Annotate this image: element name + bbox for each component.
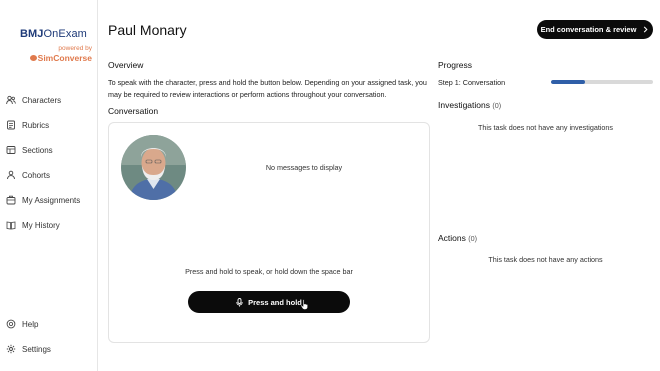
history-icon (6, 220, 16, 230)
overview-heading: Overview (108, 60, 144, 70)
sidebar-item-label: My Assignments (22, 195, 81, 205)
assignments-icon (6, 195, 16, 205)
sections-icon (6, 145, 16, 155)
sidebar-item-my-assignments[interactable]: My Assignments (0, 190, 98, 210)
end-conversation-label: End conversation & review (540, 25, 637, 34)
partner-logo: SimConverse (18, 53, 92, 63)
press-and-hold-button[interactable]: Press and hold (188, 291, 350, 313)
cohorts-icon (6, 170, 16, 180)
hand-cursor-icon (300, 299, 308, 310)
page-title: Paul Monary (108, 22, 187, 38)
microphone-icon (236, 297, 243, 307)
hold-to-speak-hint: Press and hold to speak, or hold down th… (185, 267, 353, 276)
sidebar-item-settings[interactable]: Settings (0, 339, 98, 359)
conversation-panel: No messages to display Press and hold to… (108, 122, 430, 343)
sidebar-item-label: My History (22, 220, 60, 230)
people-icon (6, 95, 16, 105)
sidebar-item-label: Characters (22, 95, 62, 105)
sidebar-item-label: Rubrics (22, 120, 50, 130)
actions-heading: Actions (0) (438, 233, 478, 243)
sidebar-item-characters[interactable]: Characters (0, 90, 98, 110)
overview-text: To speak with the character, press and h… (108, 78, 427, 99)
sidebar-item-sections[interactable]: Sections (0, 140, 98, 160)
press-and-hold-label: Press and hold (248, 297, 302, 307)
help-icon (6, 319, 16, 329)
rubric-icon (6, 120, 16, 130)
actions-count: (0) (468, 234, 478, 243)
powered-by-label: powered by (58, 45, 92, 52)
gear-icon (6, 344, 16, 354)
end-conversation-button[interactable]: End conversation & review (537, 20, 653, 39)
sidebar-item-my-history[interactable]: My History (0, 215, 98, 235)
brand-logo[interactable]: BMJOnExam powered by SimConverse (18, 28, 92, 63)
chat-bubble-icon (29, 55, 37, 61)
sidebar: BMJOnExam powered by SimConverse Charact… (0, 0, 98, 371)
sidebar-item-cohorts[interactable]: Cohorts (0, 165, 98, 185)
sidebar-item-label: Sections (22, 145, 53, 155)
brand-name: BMJOnExam (20, 28, 87, 40)
investigations-empty-text: This task does not have any investigatio… (477, 123, 614, 132)
investigations-count: (0) (492, 101, 502, 110)
progress-bar (551, 80, 653, 84)
actions-empty-text: This task does not have any actions (488, 255, 603, 264)
conversation-heading: Conversation (108, 106, 159, 116)
progress-step-label: Step 1: Conversation (438, 78, 506, 87)
chevron-right-icon (644, 26, 648, 33)
sidebar-item-label: Settings (22, 344, 51, 354)
progress-bar-fill (551, 80, 585, 84)
sidebar-item-label: Help (22, 319, 39, 329)
sidebar-item-label: Cohorts (22, 170, 51, 180)
no-messages-text: No messages to display (265, 163, 343, 172)
sidebar-item-rubrics[interactable]: Rubrics (0, 115, 98, 135)
sidebar-item-help[interactable]: Help (0, 314, 98, 334)
progress-heading: Progress (438, 60, 473, 70)
investigations-heading: Investigations (0) (438, 100, 502, 110)
